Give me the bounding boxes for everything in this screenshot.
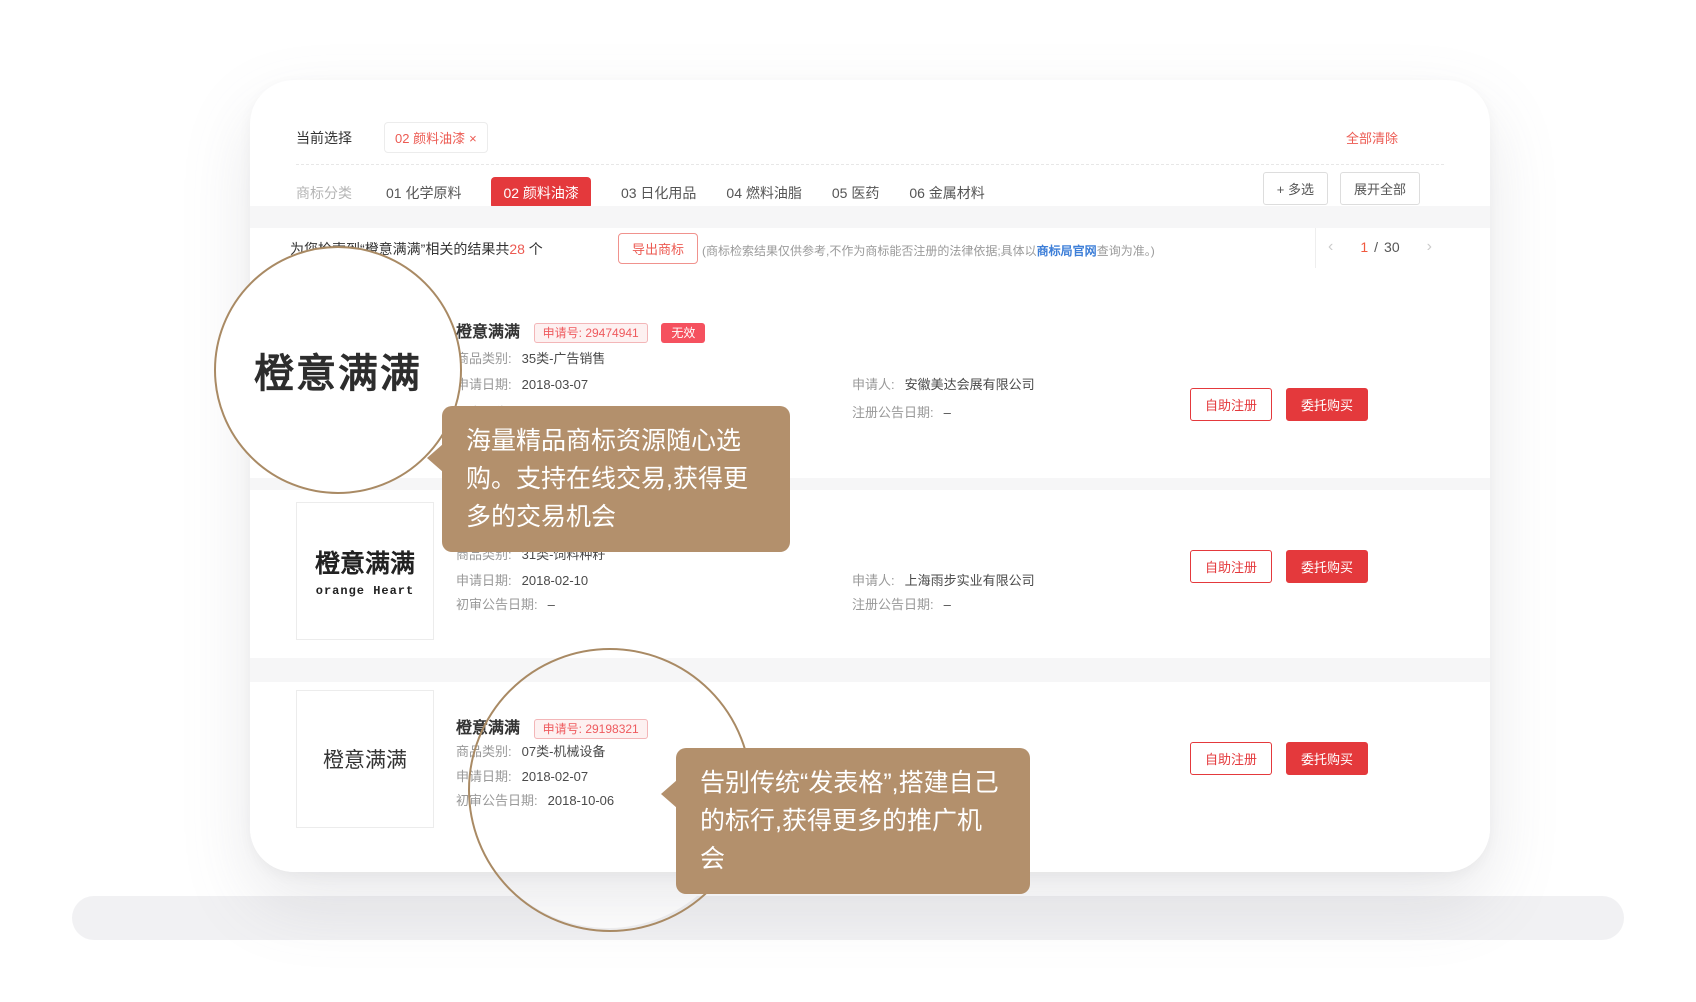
page-separator: / bbox=[1374, 239, 1378, 255]
row-actions: 自助注册 委托购买 bbox=[1190, 742, 1368, 775]
disclaimer: (商标检索结果仅供参考,不作为商标能否注册的法律依据;具体以商标局官网查询为准。… bbox=[702, 242, 1155, 259]
applicant-cell: 申请人: 上海雨步实业有限公司 bbox=[852, 570, 1035, 589]
trademark-image-3: 橙意满满 bbox=[296, 690, 434, 828]
trademark-name: 橙意满满 bbox=[456, 324, 520, 341]
category-label: 商品类别: bbox=[456, 351, 512, 366]
row-category-line: 商品类别: 35类-广告销售 bbox=[456, 348, 605, 367]
current-selection-label: 当前选择 bbox=[296, 128, 352, 148]
apply-date-value: 2018-02-10 bbox=[522, 573, 589, 588]
first-publication-label: 初审公告日期: bbox=[456, 597, 538, 612]
results-header: 为您检索到“橙意满满”相关的结果共28 个 导出商标 (商标检索结果仅供参考,不… bbox=[250, 228, 1490, 269]
applicant-cell: 申请人: 安徽美达会展有限公司 bbox=[852, 374, 1035, 393]
category-value: 35类-广告销售 bbox=[522, 351, 606, 366]
self-register-button[interactable]: 自助注册 bbox=[1190, 550, 1272, 583]
clear-all-button[interactable]: 全部清除 bbox=[1346, 128, 1398, 147]
status-badge-invalid: 无效 bbox=[661, 323, 705, 343]
category-item-02-selected[interactable]: 02 颜料油漆 bbox=[491, 177, 590, 209]
current-page: 1 bbox=[1360, 239, 1368, 255]
reg-publication-cell: 注册公告日期:– bbox=[852, 594, 951, 613]
entrust-buy-button[interactable]: 委托购买 bbox=[1286, 550, 1368, 583]
selected-filter-tag[interactable]: 02 颜料油漆 × bbox=[384, 122, 488, 153]
category-list: 01 化学原料 02 颜料油漆 03 日化用品 04 燃料油脂 05 医药 06… bbox=[386, 177, 985, 209]
row-publication-line: 初审公告日期:– 注册公告日期:– bbox=[456, 594, 555, 613]
next-page-icon[interactable]: › bbox=[1427, 240, 1432, 254]
reg-publication-value: – bbox=[944, 405, 951, 420]
section-gap bbox=[250, 206, 1490, 228]
page-indicator: 1 / 30 bbox=[1360, 239, 1399, 255]
entrust-buy-button[interactable]: 委托购买 bbox=[1286, 742, 1368, 775]
result-row-2: 橙意满满 orange Heart 橙意满满 申请号: 29482153 已注册… bbox=[250, 490, 1490, 658]
summary-suffix: ”相关的结果共 bbox=[421, 241, 510, 257]
close-icon[interactable]: × bbox=[469, 131, 477, 146]
selected-filter-tag-label: 02 颜料油漆 bbox=[395, 131, 465, 146]
total-pages: 30 bbox=[1384, 239, 1400, 255]
tooltip-marketplace: 海量精品商标资源随心选购。支持在线交易,获得更多的交易机会 bbox=[442, 406, 790, 552]
category-item-01[interactable]: 01 化学原料 bbox=[386, 183, 461, 203]
result-count: 28 bbox=[509, 241, 525, 257]
apply-date-label: 申请日期: bbox=[456, 377, 512, 392]
dashed-divider bbox=[296, 164, 1444, 165]
applicant-value: 上海雨步实业有限公司 bbox=[905, 573, 1035, 588]
export-trademark-button[interactable]: 导出商标 bbox=[618, 233, 698, 264]
row-gap bbox=[250, 478, 1490, 490]
tooltip-arrow-left-icon bbox=[661, 780, 677, 808]
row-date-line: 申请日期:2018-03-07 申请人:安徽美达会展有限公司 bbox=[456, 374, 588, 393]
trademark-image-text: 橙意满满 bbox=[315, 544, 415, 580]
row-actions: 自助注册 委托购买 bbox=[1190, 388, 1368, 421]
application-number-pill: 申请号: 29474941 bbox=[534, 323, 648, 343]
tooltip-marketplace-text: 海量精品商标资源随心选购。支持在线交易,获得更多的交易机会 bbox=[466, 427, 748, 531]
self-register-button[interactable]: 自助注册 bbox=[1190, 742, 1272, 775]
header-divider bbox=[1315, 228, 1316, 268]
expand-all-button[interactable]: 展开全部 bbox=[1340, 172, 1420, 205]
trademark-image-text: 橙意满满 bbox=[323, 744, 407, 774]
row-actions: 自助注册 委托购买 bbox=[1190, 550, 1368, 583]
row-gap bbox=[250, 658, 1490, 682]
self-register-button[interactable]: 自助注册 bbox=[1190, 388, 1272, 421]
tooltip-promotion: 告别传统“发表格”,搭建自己的标行,获得更多的推广机会 bbox=[676, 748, 1030, 894]
reg-publication-cell: 注册公告日期:– bbox=[852, 402, 951, 421]
multi-select-button[interactable]: + 多选 bbox=[1263, 172, 1328, 205]
trademark-image-2: 橙意满满 orange Heart bbox=[296, 502, 434, 640]
reg-publication-value: – bbox=[944, 597, 951, 612]
apply-date-label: 申请日期: bbox=[456, 573, 512, 588]
trademark-office-link[interactable]: 商标局官网 bbox=[1037, 244, 1097, 258]
trademark-image-subtext: orange Heart bbox=[316, 584, 414, 598]
applicant-label: 申请人: bbox=[852, 573, 895, 588]
entrust-buy-button[interactable]: 委托购买 bbox=[1286, 388, 1368, 421]
reg-publication-label: 注册公告日期: bbox=[852, 597, 934, 612]
row-date-line: 申请日期:2018-02-10 申请人:上海雨步实业有限公司 bbox=[456, 570, 588, 589]
app-no-label: 申请号: bbox=[543, 326, 582, 340]
magnifier-circle-1: 橙意满满 bbox=[214, 246, 462, 494]
prev-page-icon[interactable]: ‹ bbox=[1328, 240, 1333, 254]
trademark-category-label: 商标分类 bbox=[296, 183, 352, 203]
applicant-label: 申请人: bbox=[852, 377, 895, 392]
disclaimer-text-after: 查询为准。) bbox=[1097, 244, 1155, 258]
first-publication-value: – bbox=[548, 597, 555, 612]
disclaimer-text: (商标检索结果仅供参考,不作为商标能否注册的法律依据;具体以 bbox=[702, 244, 1037, 258]
result-count-unit: 个 bbox=[525, 241, 543, 257]
tooltip-arrow-left-icon bbox=[427, 444, 443, 472]
pagination: ‹ 1 / 30 › bbox=[1328, 239, 1432, 255]
applicant-value: 安徽美达会展有限公司 bbox=[905, 377, 1035, 392]
row-title-line: 橙意满满 申请号: 29474941 无效 bbox=[456, 318, 705, 342]
apply-date-value: 2018-03-07 bbox=[522, 377, 589, 392]
category-item-06[interactable]: 06 金属材料 bbox=[909, 183, 984, 203]
category-item-05[interactable]: 05 医药 bbox=[832, 183, 879, 203]
laptop-base bbox=[72, 896, 1624, 940]
tooltip-promotion-text: 告别传统“发表格”,搭建自己的标行,获得更多的推广机会 bbox=[700, 769, 999, 873]
magnified-trademark-text: 橙意满满 bbox=[254, 341, 422, 399]
category-item-04[interactable]: 04 燃料油脂 bbox=[726, 183, 801, 203]
category-item-03[interactable]: 03 日化用品 bbox=[621, 183, 696, 203]
reg-publication-label: 注册公告日期: bbox=[852, 405, 934, 420]
page: 当前选择 02 颜料油漆 × 全部清除 商标分类 01 化学原料 02 颜料油漆 … bbox=[0, 0, 1696, 1002]
app-no-value: 29474941 bbox=[585, 326, 638, 340]
